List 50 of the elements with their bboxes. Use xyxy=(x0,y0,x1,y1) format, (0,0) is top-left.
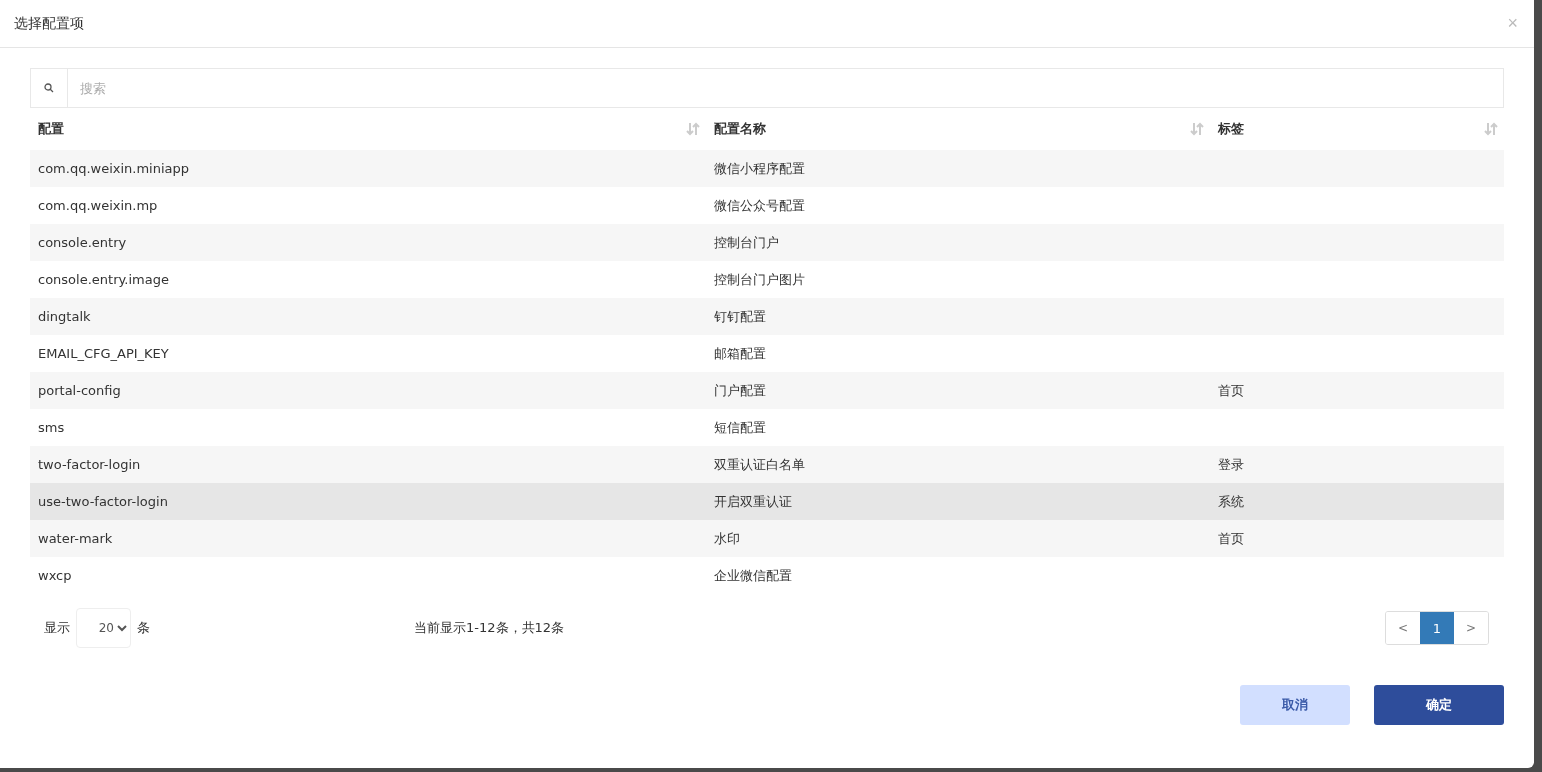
column-header[interactable]: 标签 xyxy=(1210,108,1504,150)
table-row[interactable]: two-factor-login 双重认证白名单 登录 xyxy=(30,446,1504,483)
table-cell-text: 首页 xyxy=(1217,529,1245,548)
table-cell-text: water-mark xyxy=(37,530,114,548)
sort-icon[interactable] xyxy=(1484,122,1498,136)
show-label: 显示 xyxy=(44,619,70,637)
table-cell-text: 微信小程序配置 xyxy=(713,159,806,178)
search-icon xyxy=(44,83,54,93)
table-cell-text: EMAIL_CFG_API_KEY xyxy=(37,345,170,363)
table-cell-text: use-two-factor-login xyxy=(37,493,169,511)
table-row[interactable]: com.qq.weixin.miniapp 微信小程序配置 xyxy=(30,150,1504,187)
table-cell-text: com.qq.weixin.miniapp xyxy=(37,160,191,178)
table-cell-text: console.entry.image xyxy=(37,271,170,289)
table-row[interactable]: dingtalk 钉钉配置 xyxy=(30,298,1504,335)
table-cell-text: 微信公众号配置 xyxy=(713,196,806,215)
table-cell-text: 开启双重认证 xyxy=(713,492,793,511)
page-button[interactable]: 1 xyxy=(1420,612,1454,644)
table-row[interactable]: console.entry 控制台门户 xyxy=(30,224,1504,261)
table-row[interactable]: water-mark 水印 首页 xyxy=(30,520,1504,557)
table-cell-text: wxcp xyxy=(37,567,73,585)
cancel-button[interactable]: 取消 xyxy=(1240,685,1350,725)
sort-icon[interactable] xyxy=(1190,122,1204,136)
table-cell-text: two-factor-login xyxy=(37,456,142,474)
table-cell-text: 水印 xyxy=(713,529,741,548)
page-size-select[interactable]: 20 xyxy=(76,608,131,648)
table-row[interactable]: portal-config 门户配置 首页 xyxy=(30,372,1504,409)
dialog-title: 选择配置项 xyxy=(14,14,84,33)
unit-label: 条 xyxy=(137,619,150,637)
table-row[interactable]: use-two-factor-login 开启双重认证 系统 xyxy=(30,483,1504,520)
column-header[interactable]: 配置 xyxy=(30,108,706,150)
column-header[interactable]: 配置名称 xyxy=(706,108,1210,150)
table-cell-text: 首页 xyxy=(1217,381,1245,400)
confirm-button[interactable]: 确定 xyxy=(1374,685,1504,725)
table-cell-text: 登录 xyxy=(1217,455,1245,474)
table-cell-text: 邮箱配置 xyxy=(713,344,767,363)
table-cell-text: 控制台门户 xyxy=(713,233,780,252)
table-cell-text: console.entry xyxy=(37,234,128,252)
table-cell-text: 钉钉配置 xyxy=(713,307,767,326)
table-cell-text: com.qq.weixin.mp xyxy=(37,197,159,215)
table-cell-text: 系统 xyxy=(1217,492,1245,511)
table-cell-text: 双重认证白名单 xyxy=(713,455,806,474)
table-cell-text: 企业微信配置 xyxy=(713,566,793,585)
table-cell-text: 短信配置 xyxy=(713,418,767,437)
table-cell-text: 控制台门户图片 xyxy=(713,270,806,289)
page-summary: 当前显示1-12条，共12条 xyxy=(414,619,566,637)
table-cell-text: dingtalk xyxy=(37,308,92,326)
table-cell-text: portal-config xyxy=(37,382,122,400)
table-cell-text: 门户配置 xyxy=(713,381,767,400)
sort-icon[interactable] xyxy=(686,122,700,136)
table-cell-text: sms xyxy=(37,419,66,437)
